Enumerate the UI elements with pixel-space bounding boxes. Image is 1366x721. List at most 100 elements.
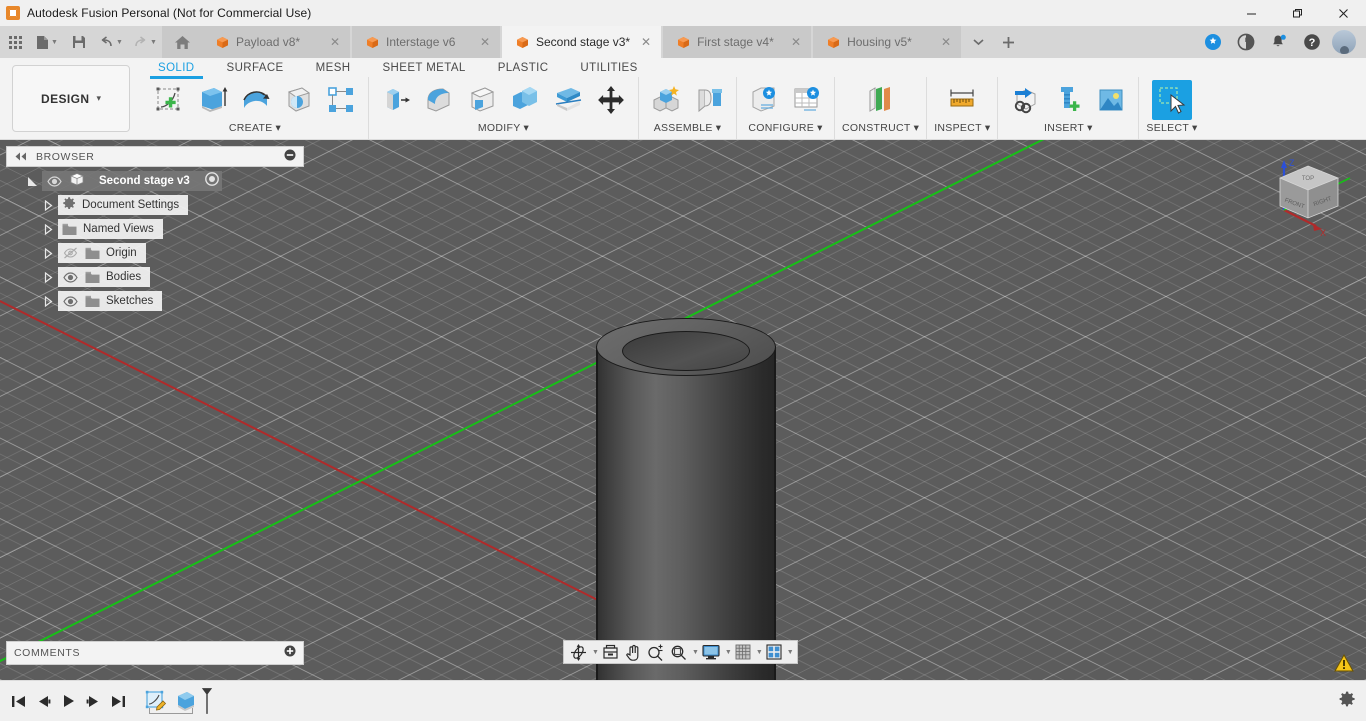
document-tab-payload[interactable]: Payload v8* ✕ xyxy=(202,26,352,58)
insert-mcmaster-button[interactable] xyxy=(1048,80,1088,120)
panel-label-modify[interactable]: MODIFY ▾ xyxy=(478,122,529,134)
timeline-play-button[interactable] xyxy=(56,686,81,716)
close-icon[interactable]: ✕ xyxy=(476,33,494,51)
activate-radio-icon[interactable] xyxy=(204,171,220,192)
timeline-step-back-button[interactable] xyxy=(31,686,56,716)
tree-chip-named-views[interactable]: Named Views xyxy=(58,219,163,239)
measure-button[interactable] xyxy=(942,80,982,120)
rectangular-pattern-button[interactable] xyxy=(321,80,361,120)
chevron-down-icon[interactable]: ▼ xyxy=(756,649,763,656)
new-tab-button[interactable] xyxy=(993,26,1024,58)
home-button[interactable] xyxy=(162,26,202,58)
select-button[interactable] xyxy=(1152,80,1192,120)
comments-panel[interactable]: COMMENTS xyxy=(6,641,304,665)
press-pull-button[interactable] xyxy=(376,80,416,120)
panel-label-insert[interactable]: INSERT ▾ xyxy=(1044,122,1093,134)
undo-button[interactable]: ▼ xyxy=(94,26,128,58)
collapse-left-icon[interactable] xyxy=(14,148,27,166)
panel-label-construct[interactable]: CONSTRUCT ▾ xyxy=(842,122,919,134)
tree-row-sketches[interactable]: Sketches xyxy=(6,289,304,313)
new-component-button[interactable] xyxy=(646,80,686,120)
minus-circle-icon[interactable] xyxy=(284,148,296,166)
twisty-collapsed-icon[interactable] xyxy=(38,271,58,283)
cylinder-model[interactable] xyxy=(596,318,776,680)
eye-icon[interactable] xyxy=(62,294,79,308)
tree-chip-document-settings[interactable]: Document Settings xyxy=(58,195,189,215)
plus-circle-icon[interactable] xyxy=(284,644,296,662)
extrude-button[interactable] xyxy=(192,80,232,120)
joint-button[interactable] xyxy=(689,80,729,120)
timeline-go-to-beginning-button[interactable] xyxy=(6,686,31,716)
orbit-button[interactable] xyxy=(567,641,590,663)
close-icon[interactable]: ✕ xyxy=(637,33,655,51)
timeline-go-to-end-button[interactable] xyxy=(106,686,131,716)
close-icon[interactable]: ✕ xyxy=(787,33,805,51)
sweep-button[interactable] xyxy=(278,80,318,120)
twisty-expanded-icon[interactable] xyxy=(22,176,42,187)
look-at-button[interactable] xyxy=(599,641,622,663)
maximize-button[interactable] xyxy=(1274,0,1320,26)
tab-solid[interactable]: SOLID xyxy=(142,58,211,79)
app-grid-button[interactable] xyxy=(0,26,30,58)
tree-row-origin[interactable]: Origin xyxy=(6,241,304,265)
warning-triangle-icon[interactable] xyxy=(1334,653,1354,672)
avatar[interactable] xyxy=(1332,30,1356,54)
combine-button[interactable] xyxy=(505,80,545,120)
redo-button[interactable]: ▼ xyxy=(128,26,162,58)
view-cube[interactable]: Z X TOP FRONT RIGHT xyxy=(1264,152,1352,238)
workspace-switcher[interactable]: DESIGN ▾ xyxy=(12,65,130,132)
timeline-settings-button[interactable] xyxy=(1338,690,1356,713)
display-settings-button[interactable] xyxy=(699,641,723,663)
close-button[interactable] xyxy=(1320,0,1366,26)
twisty-collapsed-icon[interactable] xyxy=(38,223,58,235)
tree-row-bodies[interactable]: Bodies xyxy=(6,265,304,289)
tab-surface[interactable]: SURFACE xyxy=(211,58,300,77)
document-tab-housing[interactable]: Housing v5* ✕ xyxy=(813,26,964,58)
chevron-down-icon[interactable]: ▼ xyxy=(592,649,599,656)
timeline-marker-icon[interactable] xyxy=(201,686,213,716)
create-sketch-button[interactable] xyxy=(149,80,189,120)
split-body-button[interactable] xyxy=(548,80,588,120)
document-tab-interstage[interactable]: Interstage v6 ✕ xyxy=(352,26,502,58)
chevron-down-icon[interactable]: ▼ xyxy=(692,649,699,656)
viewports-button[interactable] xyxy=(763,641,785,663)
tree-chip-root[interactable]: Second stage v3 xyxy=(42,171,222,191)
eye-off-icon[interactable] xyxy=(62,246,79,260)
chevron-down-icon[interactable]: ▼ xyxy=(725,649,732,656)
save-button[interactable] xyxy=(64,26,94,58)
chevron-down-icon[interactable]: ▼ xyxy=(787,649,794,656)
eye-icon[interactable] xyxy=(62,270,79,284)
tab-overflow-button[interactable] xyxy=(963,26,994,58)
tree-chip-sketches[interactable]: Sketches xyxy=(58,291,163,311)
tab-mesh[interactable]: MESH xyxy=(300,58,367,77)
shell-button[interactable] xyxy=(462,80,502,120)
panel-label-select[interactable]: SELECT ▾ xyxy=(1146,122,1197,134)
revolve-button[interactable] xyxy=(235,80,275,120)
panel-label-inspect[interactable]: INSPECT ▾ xyxy=(934,122,990,134)
insert-derive-button[interactable] xyxy=(1005,80,1045,120)
twisty-collapsed-icon[interactable] xyxy=(38,199,58,211)
tree-row-root[interactable]: Second stage v3 xyxy=(6,169,304,193)
offset-plane-button[interactable] xyxy=(861,80,901,120)
configuration-table-button[interactable] xyxy=(787,80,827,120)
file-menu-button[interactable]: ▼ xyxy=(30,26,64,58)
tree-row-named-views[interactable]: Named Views xyxy=(6,217,304,241)
grid-snaps-button[interactable] xyxy=(732,641,754,663)
tab-utilities[interactable]: UTILITIES xyxy=(564,58,653,77)
fillet-button[interactable] xyxy=(419,80,459,120)
document-tab-second-stage[interactable]: Second stage v3* ✕ xyxy=(502,26,664,58)
close-icon[interactable]: ✕ xyxy=(326,33,344,51)
panel-label-configure[interactable]: CONFIGURE ▾ xyxy=(748,122,822,134)
pan-button[interactable] xyxy=(622,641,644,663)
create-configuration-button[interactable] xyxy=(744,80,784,120)
twisty-collapsed-icon[interactable] xyxy=(38,247,58,259)
panel-label-create[interactable]: CREATE ▾ xyxy=(229,122,281,134)
zoom-button[interactable] xyxy=(644,641,667,663)
extensions-icon[interactable] xyxy=(1196,26,1229,58)
eye-icon[interactable] xyxy=(46,174,63,188)
help-icon[interactable]: ? xyxy=(1295,26,1328,58)
tab-plastic[interactable]: PLASTIC xyxy=(482,58,565,77)
panel-label-assemble[interactable]: ASSEMBLE ▾ xyxy=(654,122,722,134)
close-icon[interactable]: ✕ xyxy=(937,33,955,51)
notifications-bell-icon[interactable] xyxy=(1262,26,1295,58)
